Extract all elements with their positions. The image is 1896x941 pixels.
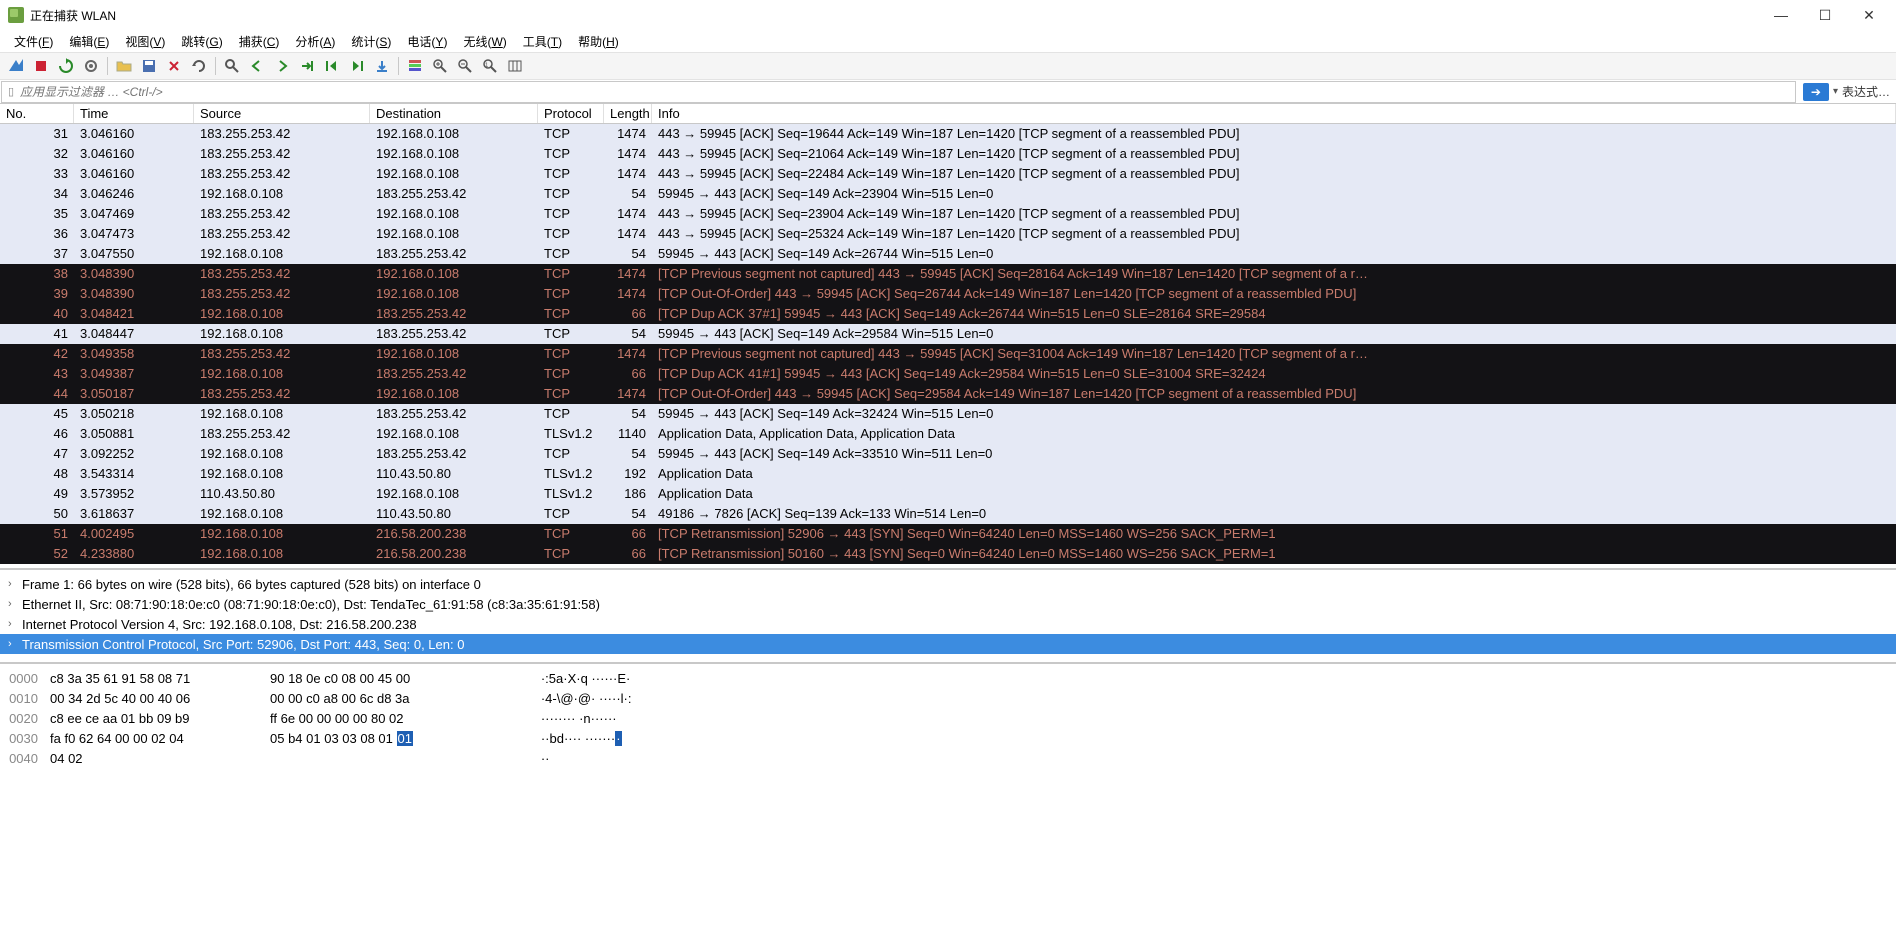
find-packet-button[interactable]	[220, 55, 244, 77]
wireshark-icon	[8, 7, 24, 23]
zoom-in-button[interactable]	[428, 55, 452, 77]
open-file-button[interactable]	[112, 55, 136, 77]
menu-e[interactable]: 编辑(E)	[61, 31, 117, 52]
hex-row[interactable]: 001000 34 2d 5c 40 00 40 0600 00 c0 a8 0…	[0, 688, 1896, 708]
window-title: 正在捕获 WLAN	[30, 7, 1768, 24]
detail-line[interactable]: ›Transmission Control Protocol, Src Port…	[0, 634, 1896, 654]
packet-row[interactable]: 453.050218192.168.0.108183.255.253.42TCP…	[0, 404, 1896, 424]
packet-row[interactable]: 473.092252192.168.0.108183.255.253.42TCP…	[0, 444, 1896, 464]
packet-row[interactable]: 403.048421192.168.0.108183.255.253.42TCP…	[0, 304, 1896, 324]
go-back-button[interactable]	[245, 55, 269, 77]
capture-options-button[interactable]	[79, 55, 103, 77]
detail-line[interactable]: ›Frame 1: 66 bytes on wire (528 bits), 6…	[0, 574, 1896, 594]
column-info[interactable]: Info	[652, 104, 1896, 123]
packet-row[interactable]: 333.046160183.255.253.42192.168.0.108TCP…	[0, 164, 1896, 184]
menu-t[interactable]: 工具(T)	[515, 31, 570, 52]
hex-row[interactable]: 0020c8 ee ce aa 01 bb 09 b9ff 6e 00 00 0…	[0, 708, 1896, 728]
packet-row[interactable]: 524.233880192.168.0.108216.58.200.238TCP…	[0, 544, 1896, 564]
packet-row[interactable]: 313.046160183.255.253.42192.168.0.108TCP…	[0, 124, 1896, 144]
filter-bookmark-icon[interactable]: ▯	[2, 85, 20, 98]
column-length[interactable]: Length	[604, 104, 652, 123]
display-filter-wrap: ▯	[1, 81, 1796, 103]
go-forward-button[interactable]	[270, 55, 294, 77]
packet-row[interactable]: 343.046246192.168.0.108183.255.253.42TCP…	[0, 184, 1896, 204]
packet-row[interactable]: 493.573952110.43.50.80192.168.0.108TLSv1…	[0, 484, 1896, 504]
go-first-button[interactable]	[320, 55, 344, 77]
menu-g[interactable]: 跳转(G)	[173, 31, 230, 52]
packet-row[interactable]: 463.050881183.255.253.42192.168.0.108TLS…	[0, 424, 1896, 444]
packet-list[interactable]: 313.046160183.255.253.42192.168.0.108TCP…	[0, 124, 1896, 564]
auto-scroll-button[interactable]	[370, 55, 394, 77]
filter-dropdown-icon[interactable]: ▾	[1833, 86, 1838, 97]
packet-row[interactable]: 373.047550192.168.0.108183.255.253.42TCP…	[0, 244, 1896, 264]
go-last-button[interactable]	[345, 55, 369, 77]
expand-icon[interactable]: ›	[8, 618, 22, 630]
minimize-button[interactable]: —	[1768, 7, 1794, 24]
maximize-button[interactable]: ☐	[1812, 7, 1838, 24]
packet-row[interactable]: 363.047473183.255.253.42192.168.0.108TCP…	[0, 224, 1896, 244]
packet-list-header: No. Time Source Destination Protocol Len…	[0, 104, 1896, 124]
detail-line[interactable]: ›Ethernet II, Src: 08:71:90:18:0e:c0 (08…	[0, 594, 1896, 614]
packet-row[interactable]: 323.046160183.255.253.42192.168.0.108TCP…	[0, 144, 1896, 164]
close-file-button[interactable]	[162, 55, 186, 77]
column-source[interactable]: Source	[194, 104, 370, 123]
stop-capture-button[interactable]	[29, 55, 53, 77]
expand-icon[interactable]: ›	[8, 598, 22, 610]
packet-row[interactable]: 483.543314192.168.0.108110.43.50.80TLSv1…	[0, 464, 1896, 484]
expression-button[interactable]: 表达式…	[1842, 83, 1890, 100]
expand-icon[interactable]: ›	[8, 638, 22, 650]
packet-row[interactable]: 423.049358183.255.253.42192.168.0.108TCP…	[0, 344, 1896, 364]
menu-y[interactable]: 电话(Y)	[399, 31, 455, 52]
display-filter-input[interactable]	[20, 85, 1795, 99]
packet-row[interactable]: 443.050187183.255.253.42192.168.0.108TCP…	[0, 384, 1896, 404]
column-protocol[interactable]: Protocol	[538, 104, 604, 123]
packet-bytes-pane[interactable]: 0000c8 3a 35 61 91 58 08 7190 18 0e c0 0…	[0, 662, 1896, 772]
close-button[interactable]: ✕	[1856, 7, 1882, 24]
apply-filter-button[interactable]: ➔	[1803, 83, 1829, 101]
column-no[interactable]: No.	[0, 104, 74, 123]
expand-icon[interactable]: ›	[8, 578, 22, 590]
column-destination[interactable]: Destination	[370, 104, 538, 123]
packet-row[interactable]: 353.047469183.255.253.42192.168.0.108TCP…	[0, 204, 1896, 224]
menu-f[interactable]: 文件(F)	[6, 31, 61, 52]
restart-capture-button[interactable]	[54, 55, 78, 77]
packet-row[interactable]: 433.049387192.168.0.108183.255.253.42TCP…	[0, 364, 1896, 384]
hex-row[interactable]: 004004 02 ··	[0, 748, 1896, 768]
packet-row[interactable]: 383.048390183.255.253.42192.168.0.108TCP…	[0, 264, 1896, 284]
resize-columns-button[interactable]	[503, 55, 527, 77]
packet-details-pane[interactable]: ›Frame 1: 66 bytes on wire (528 bits), 6…	[0, 568, 1896, 658]
zoom-reset-button[interactable]: 1	[478, 55, 502, 77]
packet-row[interactable]: 503.618637192.168.0.108110.43.50.80TCP54…	[0, 504, 1896, 524]
menu-a[interactable]: 分析(A)	[287, 31, 343, 52]
menu-c[interactable]: 捕获(C)	[231, 31, 288, 52]
filter-toolbar: ▯ ➔ ▾ 表达式…	[0, 80, 1896, 104]
colorize-button[interactable]	[403, 55, 427, 77]
menu-w[interactable]: 无线(W)	[455, 31, 514, 52]
menu-v[interactable]: 视图(V)	[117, 31, 173, 52]
detail-line[interactable]: ›Internet Protocol Version 4, Src: 192.1…	[0, 614, 1896, 634]
menu-bar: 文件(F)编辑(E)视图(V)跳转(G)捕获(C)分析(A)统计(S)电话(Y)…	[0, 30, 1896, 52]
zoom-out-button[interactable]	[453, 55, 477, 77]
packet-row[interactable]: 514.002495192.168.0.108216.58.200.238TCP…	[0, 524, 1896, 544]
reload-button[interactable]	[187, 55, 211, 77]
main-toolbar: 1	[0, 52, 1896, 80]
packet-row[interactable]: 413.048447192.168.0.108183.255.253.42TCP…	[0, 324, 1896, 344]
save-file-button[interactable]	[137, 55, 161, 77]
title-bar: 正在捕获 WLAN — ☐ ✕	[0, 0, 1896, 30]
hex-row[interactable]: 0030fa f0 62 64 00 00 02 0405 b4 01 03 0…	[0, 728, 1896, 748]
menu-h[interactable]: 帮助(H)	[570, 31, 627, 52]
menu-s[interactable]: 统计(S)	[343, 31, 399, 52]
go-to-packet-button[interactable]	[295, 55, 319, 77]
hex-row[interactable]: 0000c8 3a 35 61 91 58 08 7190 18 0e c0 0…	[0, 668, 1896, 688]
column-time[interactable]: Time	[74, 104, 194, 123]
start-capture-button[interactable]	[4, 55, 28, 77]
packet-row[interactable]: 393.048390183.255.253.42192.168.0.108TCP…	[0, 284, 1896, 304]
